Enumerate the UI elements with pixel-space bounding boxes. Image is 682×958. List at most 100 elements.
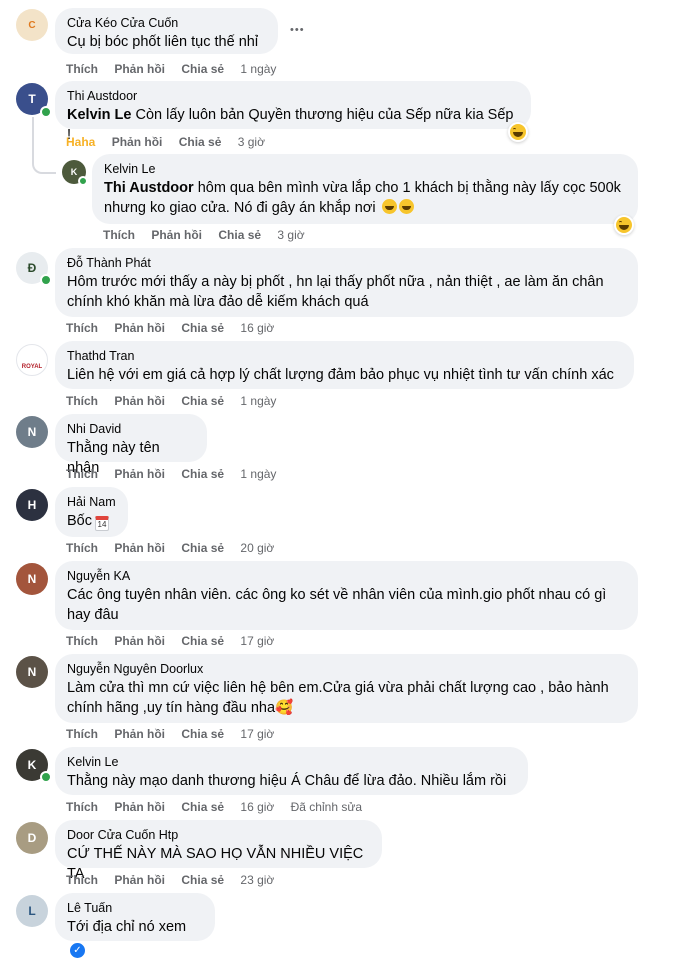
comment-time[interactable]: 16 giờ [240, 321, 274, 335]
avatar[interactable]: ROYAL [16, 344, 48, 376]
laughing-emoji-icon [381, 199, 397, 214]
reply-button[interactable]: Phản hồi [114, 394, 165, 408]
comment-actions: Thích Phản hồi Chia sẻ 16 giờ Đã chỉnh s… [66, 800, 375, 814]
share-button[interactable]: Chia sẻ [181, 727, 224, 741]
comment-text: Bốc 14 [67, 511, 116, 531]
avatar-image: H [27, 498, 37, 512]
haha-icon[interactable] [614, 215, 634, 235]
comment-author[interactable]: Hải Nam [67, 494, 116, 511]
comment-time[interactable]: 1 ngày [240, 467, 276, 481]
avatar[interactable]: N [16, 656, 48, 688]
more-options-icon[interactable]: ••• [290, 24, 305, 36]
comment-author[interactable]: Thi Austdoor [67, 88, 519, 105]
like-button[interactable]: Thích [66, 394, 98, 408]
comment-author[interactable]: Door Cửa Cuốn Htp [67, 827, 370, 844]
comment-bubble: Kelvin Le Thằng này mạo danh thương hiệu… [55, 747, 528, 795]
share-button[interactable]: Chia sẻ [181, 873, 224, 887]
like-button[interactable]: Thích [66, 727, 98, 741]
avatar[interactable]: D [16, 822, 48, 854]
haha-icon[interactable] [508, 122, 528, 142]
reply-button[interactable]: Phản hồi [151, 228, 202, 242]
avatar[interactable]: C [16, 9, 48, 41]
comment-time[interactable]: 3 giờ [238, 135, 265, 149]
like-button[interactable]: Thích [66, 800, 98, 814]
like-button[interactable]: Thích [66, 467, 98, 481]
comment-time[interactable]: 16 giờ [240, 800, 274, 814]
comment-actions: Thích Phản hồi Chia sẻ 16 giờ [66, 321, 287, 335]
like-button[interactable]: Thích [66, 62, 98, 76]
comment-text: Làm cửa thì mn cứ việc liên hệ bên em.Cử… [67, 680, 609, 716]
comment-bubble: Cửa Kéo Cửa Cuốn Cụ bị bóc phốt liên tục… [55, 8, 278, 54]
share-button[interactable]: Chia sẻ [218, 228, 261, 242]
comment-bubble: Đỗ Thành Phát Hôm trước mới thấy a này b… [55, 248, 638, 317]
share-button[interactable]: Chia sẻ [181, 634, 224, 648]
comment-author[interactable]: Nguyễn KA [67, 568, 626, 585]
avatar-image: L [28, 904, 36, 918]
comment-author[interactable]: Đỗ Thành Phát [67, 255, 626, 272]
online-status-icon [40, 771, 52, 783]
reply-button[interactable]: Phản hồi [114, 321, 165, 335]
comment-time[interactable]: 1 ngày [240, 62, 276, 76]
reply-button[interactable]: Phản hồi [114, 541, 165, 555]
like-button[interactable]: Thích [66, 634, 98, 648]
comment-time[interactable]: 20 giờ [240, 541, 274, 555]
share-button[interactable]: Chia sẻ [181, 467, 224, 481]
share-button[interactable]: Chia sẻ [181, 800, 224, 814]
comment-actions: Thích Phản hồi Chia sẻ 17 giờ [66, 634, 287, 648]
share-button[interactable]: Chia sẻ [181, 394, 224, 408]
online-status-icon [40, 106, 52, 118]
comment-author[interactable]: Cửa Kéo Cửa Cuốn [67, 15, 266, 32]
calendar-emoji-icon: 14 [95, 516, 109, 531]
comment-actions: Thích Phản hồi Chia sẻ 23 giờ [66, 873, 287, 887]
comment-actions: Thích Phản hồi Chia sẻ 1 ngày [66, 467, 289, 481]
share-button[interactable]: Chia sẻ [179, 135, 222, 149]
reply-button[interactable]: Phản hồi [114, 727, 165, 741]
laughing-emoji-icon [398, 199, 414, 214]
comment-time[interactable]: 17 giờ [240, 727, 274, 741]
comment-bubble: Nguyễn KA Các ông tuyên nhân viên. các ô… [55, 561, 638, 630]
comment-bubble: Thi Austdoor Kelvin Le Còn lấy luôn bản … [55, 81, 531, 143]
comment-author[interactable]: Kelvin Le [67, 754, 516, 771]
reply-button[interactable]: Phản hồi [112, 135, 163, 149]
comment-actions: Haha Phản hồi Chia sẻ 3 giờ [66, 135, 278, 149]
share-button[interactable]: Chia sẻ [181, 321, 224, 335]
comment-author[interactable]: Thathd Tran [67, 348, 622, 365]
avatar[interactable]: N [16, 563, 48, 595]
comment-time[interactable]: 17 giờ [240, 634, 274, 648]
avatar-image: N [27, 572, 37, 586]
avatar[interactable]: L [16, 895, 48, 927]
like-button[interactable]: Thích [66, 541, 98, 555]
mention-link[interactable]: Kelvin Le [67, 107, 131, 123]
comment-time[interactable]: 23 giờ [240, 873, 274, 887]
avatar[interactable]: H [16, 489, 48, 521]
reply-button[interactable]: Phản hồi [114, 467, 165, 481]
avatar-image: N [27, 665, 37, 679]
reply-button[interactable]: Phản hồi [114, 873, 165, 887]
comment-time[interactable]: 3 giờ [277, 228, 304, 242]
mention-link[interactable]: Thi Austdoor [104, 180, 194, 196]
haha-reaction-button[interactable]: Haha [66, 135, 95, 149]
share-button[interactable]: Chia sẻ [181, 62, 224, 76]
comment-actions: Thích Phản hồi Chia sẻ 3 giờ [103, 228, 318, 242]
reply-button[interactable]: Phản hồi [114, 800, 165, 814]
comment-author[interactable]: Nguyễn Nguyên Doorlux [67, 661, 626, 678]
comment-bubble: Kelvin Le Thi Austdoor hôm qua bên mình … [92, 154, 638, 224]
avatar[interactable]: N [16, 416, 48, 448]
comment-text: Cụ bị bóc phốt liên tục thế nhỉ [67, 34, 259, 50]
reply-button[interactable]: Phản hồi [114, 634, 165, 648]
share-button[interactable]: Chia sẻ [181, 541, 224, 555]
comment-bubble: Door Cửa Cuốn Htp CỨ THẾ NÀY MÀ SAO HỌ V… [55, 820, 382, 882]
comment-time[interactable]: 1 ngày [240, 394, 276, 408]
like-button[interactable]: Thích [66, 321, 98, 335]
comment-text: Hôm trước mới thấy a này bị phốt , hn lạ… [67, 274, 604, 310]
like-button[interactable]: Thích [66, 873, 98, 887]
comment-actions: Thích Phản hồi Chia sẻ 17 giờ [66, 727, 287, 741]
avatar-image: D [27, 831, 37, 845]
reply-button[interactable]: Phản hồi [114, 62, 165, 76]
comment-author[interactable]: Lê Tuấn [67, 900, 203, 917]
comment-author[interactable]: Kelvin Le [104, 161, 626, 178]
comment-author[interactable]: Nhi David [67, 421, 195, 438]
comment-text: Thằng này mạo danh thương hiệu Á Châu để… [67, 773, 507, 789]
comment-bubble: Lê Tuấn Tới địa chỉ nó xem ✓ [55, 893, 215, 958]
like-button[interactable]: Thích [103, 228, 135, 242]
